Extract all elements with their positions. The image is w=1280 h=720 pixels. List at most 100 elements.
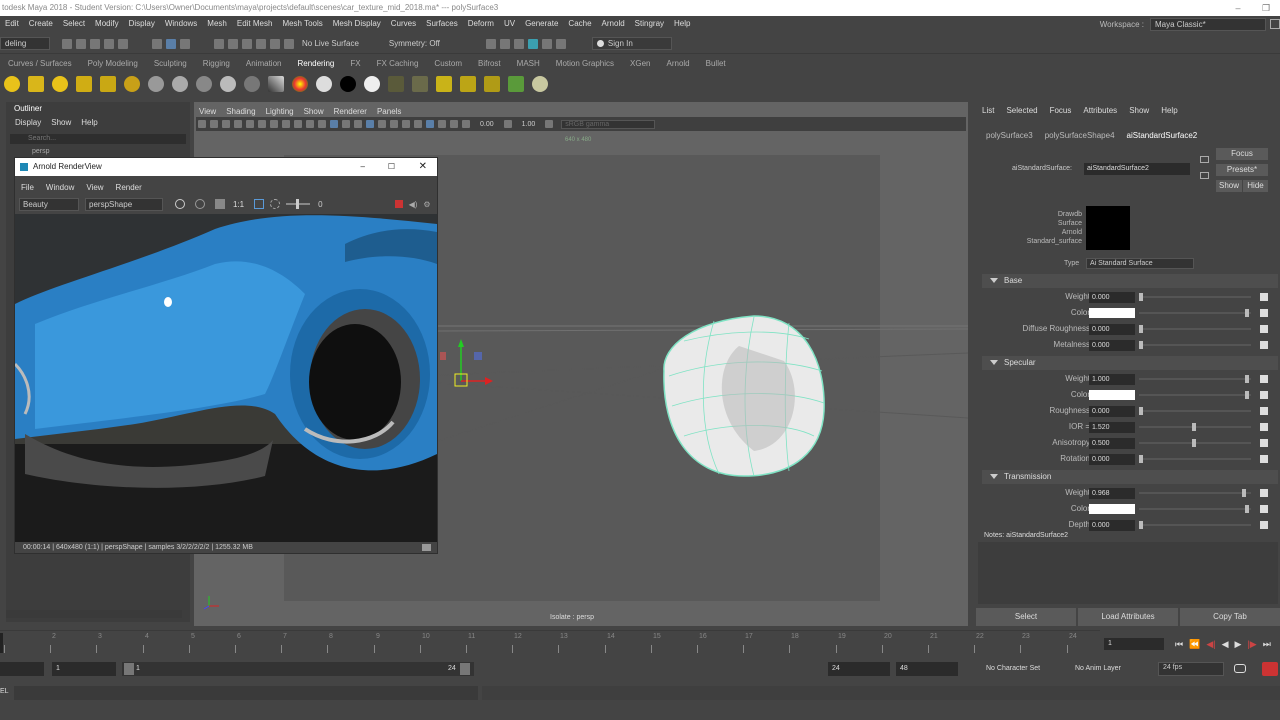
shelf-tab-animation[interactable]: Animation <box>246 59 282 68</box>
current-frame-field[interactable]: 1 <box>1104 638 1164 650</box>
shadows-icon[interactable] <box>378 120 386 128</box>
shelf-tab-bifrost[interactable]: Bifrost <box>478 59 501 68</box>
motion-blur-icon[interactable] <box>402 120 410 128</box>
symmetry-dropdown[interactable]: Symmetry: Off <box>389 39 440 48</box>
focus-output-icon[interactable] <box>1200 172 1209 179</box>
ae-menu-list[interactable]: List <box>982 106 994 115</box>
live-surface-label[interactable]: No Live Surface <box>302 39 359 48</box>
render-region-icon[interactable] <box>412 76 428 92</box>
crop-icon[interactable] <box>254 199 265 209</box>
area-light-icon[interactable] <box>76 76 92 92</box>
snap-live-icon[interactable] <box>284 38 294 49</box>
menu-curves[interactable]: Curves <box>391 19 416 28</box>
renderview-menu-file[interactable]: File <box>21 183 34 192</box>
slider-handle[interactable] <box>1245 391 1249 399</box>
attr-slider[interactable] <box>1139 505 1251 513</box>
keyframe-icon[interactable] <box>1260 455 1268 463</box>
ae-menu-attributes[interactable]: Attributes <box>1083 106 1117 115</box>
mel-input[interactable] <box>14 686 478 700</box>
loop-icon[interactable] <box>1234 664 1246 673</box>
slider-handle[interactable] <box>1245 375 1249 383</box>
outliner-horizontal-scrollbar[interactable] <box>6 610 182 618</box>
go-to-start-icon[interactable]: ⏮ <box>1175 639 1183 650</box>
menu-help[interactable]: Help <box>674 19 690 28</box>
menu-stingray[interactable]: Stingray <box>635 19 664 28</box>
keyframe-icon[interactable] <box>1260 341 1268 349</box>
exposure-slider[interactable] <box>286 199 311 209</box>
menu-mesh-tools[interactable]: Mesh Tools <box>282 19 322 28</box>
anim-start-field[interactable]: 1 <box>52 662 116 676</box>
slider-handle[interactable] <box>1245 309 1249 317</box>
exposure-icon[interactable] <box>462 120 470 128</box>
slider-handle[interactable] <box>1192 439 1196 447</box>
ae-tab-polysurface3[interactable]: polySurface3 <box>986 131 1033 140</box>
pause-icon[interactable] <box>555 38 566 49</box>
attr-value-field[interactable]: 0.000 <box>1089 406 1135 417</box>
view-transform-dropdown[interactable]: sRGB gamma <box>561 119 656 129</box>
smooth-shade-icon[interactable] <box>330 120 338 128</box>
xray-icon[interactable] <box>438 120 446 128</box>
slider-handle[interactable] <box>1139 293 1143 301</box>
rv-minimize-icon[interactable]: – <box>361 158 365 176</box>
step-back-icon[interactable]: ⏪ <box>1189 639 1200 650</box>
outliner-menu-help[interactable]: Help <box>81 118 97 127</box>
shelf-tab-rendering[interactable]: Rendering <box>297 59 334 68</box>
shelf-tab-fx-caching[interactable]: FX Caching <box>377 59 419 68</box>
focus-input-icon[interactable] <box>1200 156 1209 163</box>
camera-select-icon[interactable] <box>198 120 206 128</box>
new-scene-icon[interactable] <box>62 38 72 49</box>
gamma-icon[interactable] <box>503 120 512 128</box>
keyframe-icon[interactable] <box>1260 293 1268 301</box>
color-management-icon[interactable] <box>545 120 554 128</box>
focus-button[interactable]: Focus <box>1216 148 1268 160</box>
viewport-menu-shading[interactable]: Shading <box>226 107 255 116</box>
attr-slider[interactable] <box>1139 521 1251 529</box>
viewport-menu-renderer[interactable]: Renderer <box>334 107 367 116</box>
ramp-icon[interactable] <box>268 76 284 92</box>
undo-icon[interactable] <box>104 38 114 49</box>
keyframe-icon[interactable] <box>1260 391 1268 399</box>
slider-handle[interactable] <box>1139 407 1143 415</box>
playblast-icon[interactable] <box>541 38 552 49</box>
open-scene-icon[interactable] <box>76 38 86 49</box>
snap-curve-icon[interactable] <box>228 38 238 49</box>
black-sphere-icon[interactable] <box>340 76 356 92</box>
resolution-gate-icon[interactable] <box>270 120 278 128</box>
ipr-render-icon[interactable] <box>484 76 500 92</box>
textured-icon[interactable] <box>354 120 362 128</box>
anim-layer-dropdown[interactable]: No Anim Layer <box>1075 662 1145 676</box>
step-forward-key-icon[interactable]: |▶ <box>1247 639 1256 650</box>
swap-icon[interactable] <box>215 199 225 209</box>
layout-icon[interactable] <box>1270 19 1280 29</box>
keyframe-icon[interactable] <box>1260 521 1268 529</box>
attr-value-field[interactable]: 1.520 <box>1089 422 1135 433</box>
rv-close-icon[interactable]: ✕ <box>419 158 427 176</box>
anim-end-field[interactable]: 48 <box>896 662 958 676</box>
range-start-handle[interactable] <box>124 663 134 675</box>
attr-value-field[interactable]: 0.968 <box>1089 488 1135 499</box>
ambient-light-icon[interactable] <box>124 76 140 92</box>
ae-menu-selected[interactable]: Selected <box>1006 106 1037 115</box>
select-object-icon[interactable] <box>166 38 176 49</box>
phong-icon[interactable] <box>196 76 212 92</box>
material-swatch[interactable] <box>1086 206 1130 250</box>
time-slider[interactable]: 2 3 4 5 6 7 8 9 10 11 12 13 14 15 16 17 18 19 20 21 22 23 24 <box>0 630 1100 654</box>
attr-slider[interactable] <box>1139 423 1251 431</box>
section-transmission[interactable]: Transmission <box>982 470 1278 484</box>
menu-arnold[interactable]: Arnold <box>602 19 625 28</box>
render-frame-icon[interactable] <box>499 38 510 49</box>
render-settings-icon[interactable] <box>485 38 496 49</box>
slider-handle[interactable] <box>1242 489 1246 497</box>
grid-icon[interactable] <box>246 120 254 128</box>
viewport-menu-show[interactable]: Show <box>304 107 324 116</box>
keyframe-icon[interactable] <box>1260 407 1268 415</box>
shelf-tab-curves-surfaces[interactable]: Curves / Surfaces <box>8 59 72 68</box>
color-swatch[interactable] <box>1089 504 1135 514</box>
viewport-menu-view[interactable]: View <box>199 107 216 116</box>
keyframe-icon[interactable] <box>1260 489 1268 497</box>
ae-menu-show[interactable]: Show <box>1129 106 1149 115</box>
lambert-icon[interactable] <box>148 76 164 92</box>
layered-shader-icon[interactable] <box>292 76 308 92</box>
workspace-selector[interactable]: Workspace : Maya Classic* <box>1100 16 1280 32</box>
field-chart-icon[interactable] <box>294 120 302 128</box>
